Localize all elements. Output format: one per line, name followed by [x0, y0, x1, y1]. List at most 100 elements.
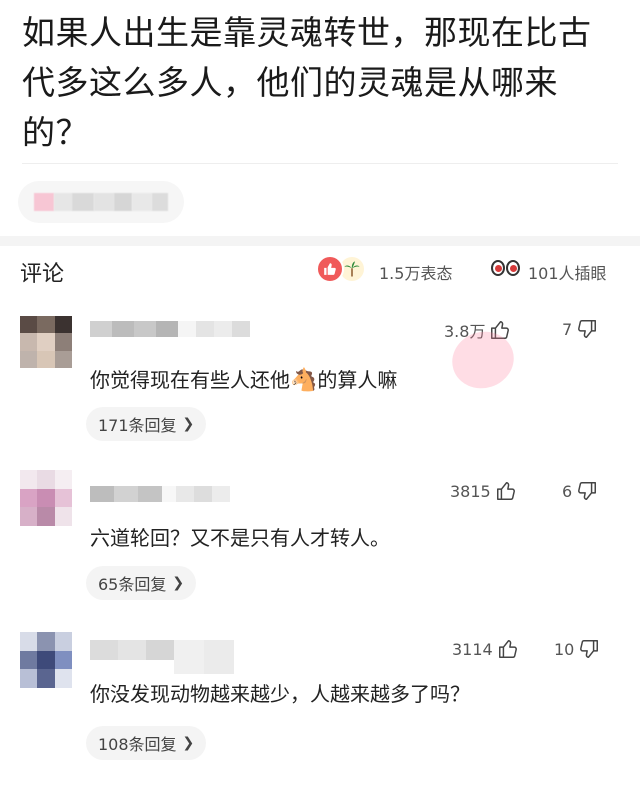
- chevron-right-icon: ❯: [172, 575, 185, 591]
- eye-right: [506, 260, 520, 276]
- blur-block: [114, 193, 132, 211]
- blur-block: [118, 640, 146, 660]
- blur-block: [72, 193, 94, 211]
- thumbs-down-icon: [580, 640, 599, 658]
- replies-button[interactable]: 171条回复 ❯: [86, 407, 207, 441]
- replies-button[interactable]: 108条回复 ❯: [86, 726, 207, 760]
- avatar-tile: [37, 488, 55, 508]
- watch-count[interactable]: 101人插眼: [528, 260, 607, 284]
- eye-left: [491, 260, 505, 276]
- dislike-button[interactable]: 10: [554, 638, 600, 660]
- blur-block: [90, 640, 118, 660]
- avatar-tile: [54, 650, 72, 670]
- thumbs-up-icon: [496, 482, 515, 500]
- username-blurred[interactable]: [90, 486, 230, 502]
- horse-emoji: 🐴: [290, 368, 318, 393]
- question-divider: [22, 163, 618, 164]
- username-blurred[interactable]: [90, 640, 234, 680]
- blur-block: [112, 321, 134, 337]
- section-separator: [0, 236, 640, 246]
- blur-block: [204, 640, 234, 674]
- avatar-tile: [54, 316, 72, 334]
- avatar-tile: [20, 669, 38, 688]
- avatar[interactable]: [20, 470, 72, 526]
- comments-header: 评论 1.5万表态 101人插眼: [0, 248, 640, 296]
- like-button[interactable]: 3815: [450, 480, 517, 502]
- blur-block: [196, 321, 214, 337]
- avatar-tile: [54, 632, 72, 651]
- blur-block: [212, 486, 230, 502]
- avatar-tile: [54, 350, 72, 368]
- blur-block: [90, 321, 112, 337]
- avatar-tile: [54, 488, 72, 508]
- avatar-tile: [20, 650, 38, 670]
- dislike-button[interactable]: 7: [562, 318, 598, 340]
- comment-text: 六道轮回？又不是只有人才转人。: [90, 526, 390, 550]
- blur-block: [54, 193, 72, 211]
- reaction-count: 1.5万表态: [379, 264, 453, 283]
- comment-text: 你没发现动物越来越少，人越来越多了吗？: [90, 682, 470, 706]
- replies-label: 108条回复: [98, 735, 177, 754]
- blur-block: [214, 321, 232, 337]
- replies-button[interactable]: 65条回复 ❯: [86, 566, 197, 600]
- avatar-tile: [37, 333, 55, 351]
- replies-label: 65条回复: [98, 575, 167, 594]
- blur-block: [152, 193, 168, 211]
- blur-block: [132, 193, 152, 211]
- blur-block: [94, 193, 114, 211]
- avatar-tile: [54, 507, 72, 526]
- blur-block: [114, 486, 138, 502]
- avatar-tile: [54, 669, 72, 688]
- like-reaction-icon: [316, 255, 344, 283]
- comment-text: 你觉得现在有些人还他🐴的算人嘛: [90, 364, 397, 393]
- avatar-tile: [37, 350, 55, 368]
- author-chip-blurred[interactable]: [18, 181, 184, 223]
- dislike-count: 7: [562, 319, 573, 339]
- blur-block: [232, 321, 250, 337]
- blur-block: [178, 321, 196, 337]
- avatar-tile: [54, 333, 72, 351]
- blur-block: [176, 486, 194, 502]
- question-title: 如果人出生是靠灵魂转世，那现在比古代多这么多人，他们的灵魂是从哪来的？: [22, 13, 592, 152]
- dislike-button[interactable]: 6: [562, 480, 598, 502]
- avatar[interactable]: [20, 632, 72, 688]
- blur-block: [156, 321, 178, 337]
- reaction-stack[interactable]: [316, 255, 366, 283]
- avatar-tile: [37, 632, 55, 651]
- blur-block: [146, 640, 174, 660]
- comment-text-part: 你觉得现在有些人还他: [90, 368, 290, 392]
- blur-block: [138, 486, 162, 502]
- replies-label: 171条回复: [98, 416, 177, 435]
- dislike-count: 10: [554, 639, 575, 659]
- avatar-tile: [37, 650, 55, 670]
- comments-title: 评论: [20, 262, 65, 287]
- avatar-tile: [54, 470, 72, 489]
- avatar-tile: [20, 632, 38, 651]
- blur-block: [162, 486, 176, 502]
- blur-block: [194, 486, 212, 502]
- avatar[interactable]: [20, 316, 72, 368]
- avatar-tile: [20, 470, 38, 489]
- avatar-tile: [20, 350, 38, 368]
- avatar-tile: [20, 333, 38, 351]
- eyes-icon[interactable]: [491, 260, 521, 278]
- like-count: 3114: [452, 639, 493, 659]
- avatar-tile: [37, 669, 55, 688]
- avatar-tile: [20, 488, 38, 508]
- like-button[interactable]: 3114: [452, 638, 519, 660]
- avatar-tile: [37, 470, 55, 489]
- blur-block: [134, 321, 156, 337]
- avatar-tile: [20, 507, 38, 526]
- username-blurred[interactable]: [90, 321, 250, 337]
- blur-block: [174, 640, 204, 674]
- comment-item: 3114 10 你没发现动物越来越少，人越来越多了吗？ 108条回复 ❯: [0, 622, 640, 772]
- thumbs-down-icon: [578, 320, 597, 338]
- thumbs-up-icon: [498, 640, 517, 658]
- avatar-tile: [20, 316, 38, 334]
- avatar-tile: [37, 316, 55, 334]
- comment-item: 3815 6 六道轮回？又不是只有人才转人。 65条回复 ❯: [0, 462, 640, 612]
- like-count: 3815: [450, 481, 491, 501]
- blur-block: [34, 193, 54, 211]
- blur-block: [90, 486, 114, 502]
- chevron-right-icon: ❯: [182, 416, 195, 432]
